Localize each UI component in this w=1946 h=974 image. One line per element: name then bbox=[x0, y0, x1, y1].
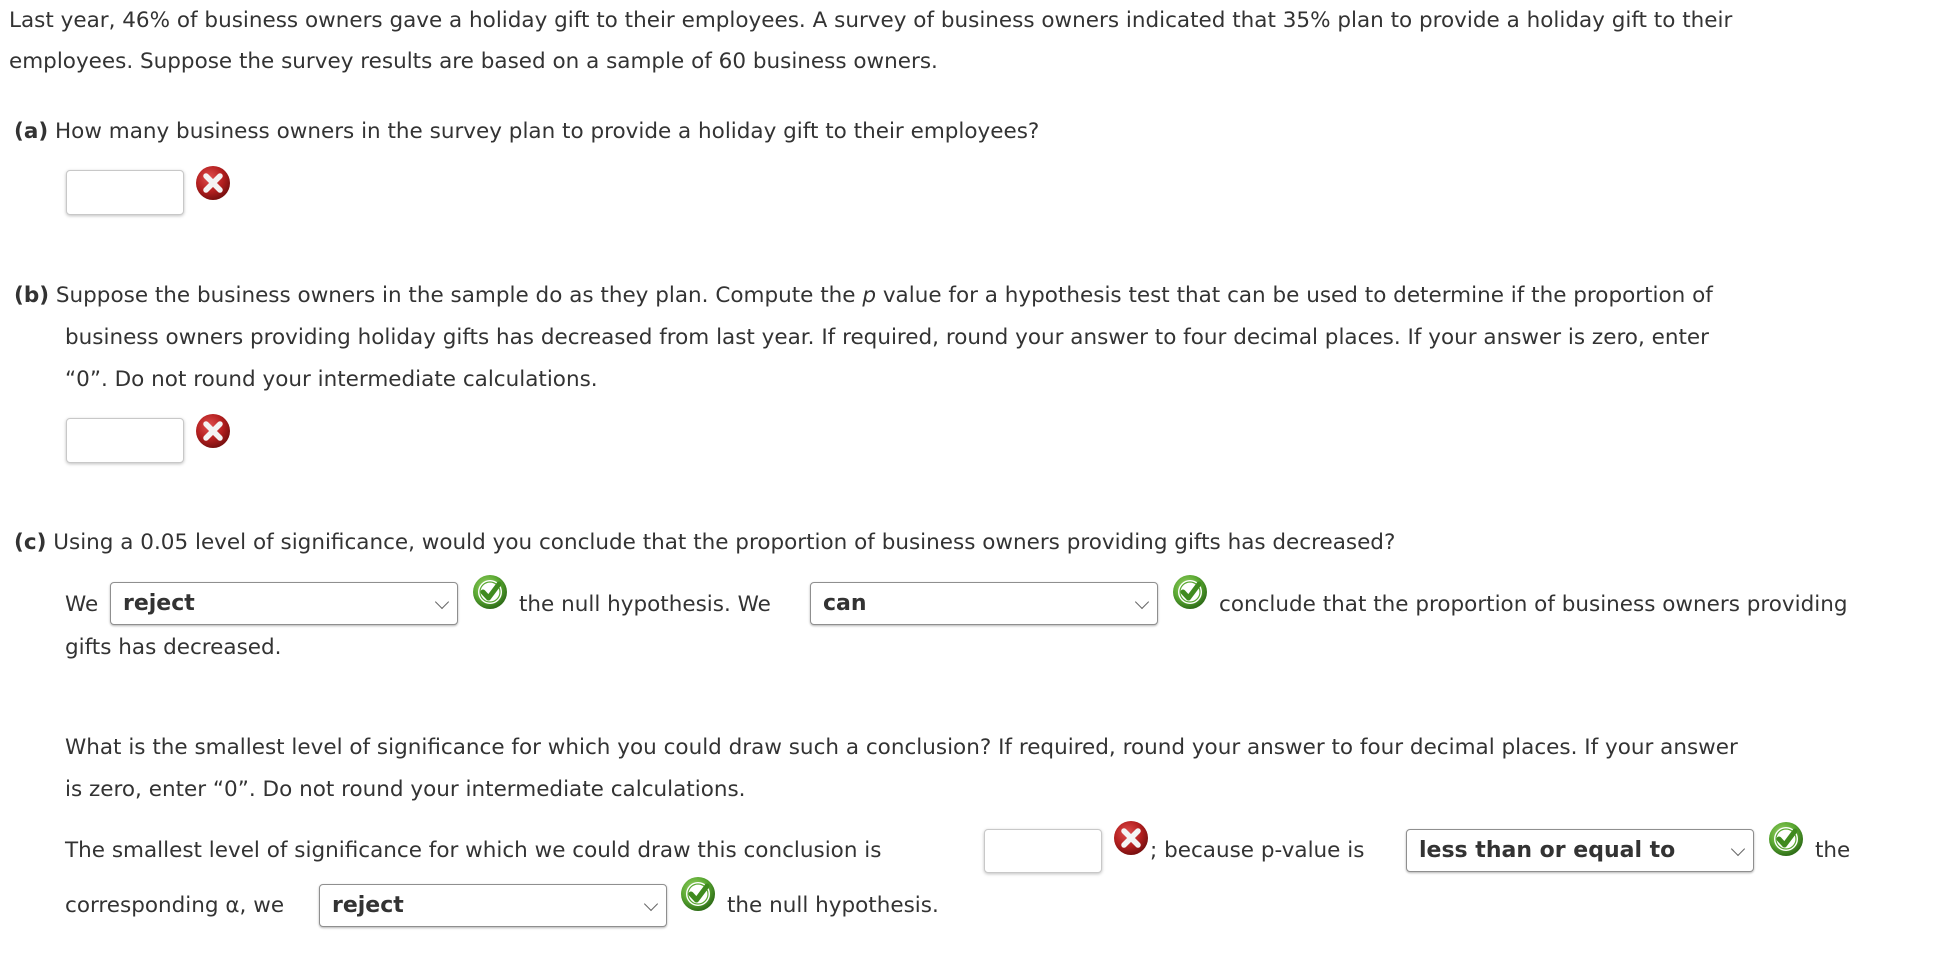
followup-line-1: What is the smallest level of significan… bbox=[65, 735, 1738, 760]
chevron-down-icon bbox=[434, 594, 450, 609]
part-a-answer-input[interactable] bbox=[66, 170, 184, 215]
comparison-select-3[interactable]: less than or equal to bbox=[1406, 829, 1754, 872]
correct-check-icon bbox=[1767, 820, 1805, 858]
part-b-text-2: value for a hypothesis test that can be … bbox=[876, 283, 1713, 308]
decision-select-4-value: reject bbox=[332, 893, 404, 918]
conclusion-the: the bbox=[1815, 838, 1851, 863]
part-b-line-1: (b) Suppose the business owners in the s… bbox=[14, 275, 1713, 317]
comparison-select-3-value: less than or equal to bbox=[1419, 838, 1676, 863]
part-b-label: (b) bbox=[14, 283, 50, 308]
conclusion-pre: The smallest level of significance for w… bbox=[65, 838, 882, 863]
chevron-down-icon bbox=[1134, 594, 1150, 609]
conclusion-end: the null hypothesis. bbox=[727, 893, 939, 918]
chevron-down-icon bbox=[643, 896, 659, 911]
sentence-end: conclude that the proportion of business… bbox=[1219, 592, 1848, 617]
conclusion-select-2-value: can bbox=[823, 591, 867, 616]
intro-line-1: Last year, 46% of business owners gave a… bbox=[9, 8, 1733, 33]
decision-select-1-value: reject bbox=[123, 591, 195, 616]
decision-select-1[interactable]: reject bbox=[110, 582, 458, 625]
part-a-label: (a) bbox=[14, 119, 49, 144]
part-b-line-2: business owners providing holiday gifts … bbox=[65, 325, 1709, 350]
part-a-text: How many business owners in the survey p… bbox=[55, 119, 1040, 144]
sentence-mid: the null hypothesis. We bbox=[519, 592, 771, 617]
conclusion-select-2[interactable]: can bbox=[810, 582, 1158, 625]
incorrect-x-icon bbox=[194, 164, 232, 202]
followup-line-2: is zero, enter “0”. Do not round your in… bbox=[65, 777, 746, 802]
part-c-question: (c) Using a 0.05 level of significance, … bbox=[14, 522, 1395, 564]
incorrect-x-icon bbox=[1112, 819, 1150, 857]
decision-select-4[interactable]: reject bbox=[319, 884, 667, 927]
intro-line-2: employees. Suppose the survey results ar… bbox=[9, 49, 938, 74]
p-variable: p bbox=[862, 283, 876, 308]
part-c-text: Using a 0.05 level of significance, woul… bbox=[53, 530, 1396, 555]
part-b-answer-input[interactable] bbox=[66, 418, 184, 463]
smallest-significance-input[interactable] bbox=[984, 829, 1102, 873]
correct-check-icon bbox=[471, 573, 509, 611]
conclusion-corresponding: corresponding α, we bbox=[65, 893, 285, 918]
part-a-question: (a) How many business owners in the surv… bbox=[14, 111, 1039, 153]
sentence-wrap: gifts has decreased. bbox=[65, 635, 282, 660]
sentence-we: We bbox=[65, 592, 99, 617]
correct-check-icon bbox=[1171, 573, 1209, 611]
correct-check-icon bbox=[679, 875, 717, 913]
chevron-down-icon bbox=[1730, 841, 1746, 856]
part-b-text-1: Suppose the business owners in the sampl… bbox=[55, 283, 863, 308]
part-b-line-3: “0”. Do not round your intermediate calc… bbox=[65, 367, 598, 392]
conclusion-because: ; because p-value is bbox=[1150, 838, 1365, 863]
part-c-label: (c) bbox=[14, 530, 47, 555]
incorrect-x-icon bbox=[194, 412, 232, 450]
